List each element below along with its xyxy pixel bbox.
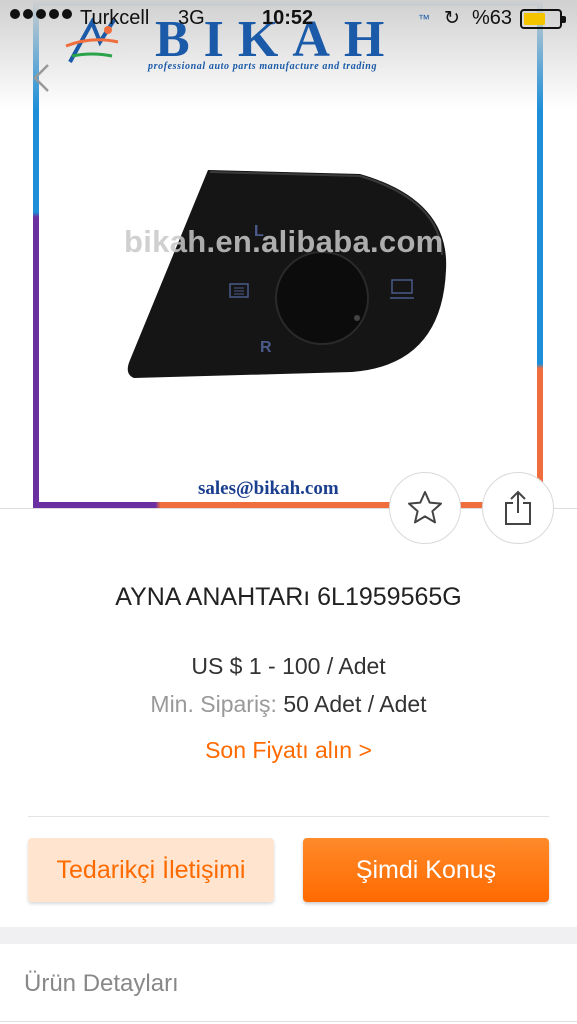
product-price: US $ 1 - 100 / Adet — [191, 653, 386, 679]
chat-now-button[interactable]: Şimdi Konuş — [303, 838, 549, 902]
min-order-value: 50 Adet / Adet — [283, 691, 427, 717]
mirror-switch-photo: L R — [127, 170, 447, 378]
watermark: bikah.en.alibaba.com — [124, 224, 444, 259]
switch-label-right: R — [260, 339, 272, 356]
network-type: 3G — [178, 7, 205, 29]
divider — [0, 1021, 577, 1022]
chevron-left-icon[interactable] — [30, 62, 54, 94]
star-icon — [408, 491, 442, 524]
get-latest-price-link[interactable]: Son Fiyatı alın > — [0, 737, 577, 764]
min-order-label: Min. Sipariş: — [150, 691, 277, 717]
product-details-label: Ürün Detayları — [24, 970, 179, 997]
status-time: 10:52 — [262, 7, 314, 29]
brand-tagline: professional auto parts manufacture and … — [148, 61, 378, 72]
battery-icon — [520, 9, 566, 29]
divider — [28, 816, 549, 817]
product-title: AYNA ANAHTARı 6L1959565G — [115, 583, 462, 611]
contact-email: sales@bikah.com — [198, 478, 339, 499]
signal-strength-icon — [10, 9, 72, 19]
battery-percent: %63 — [472, 7, 513, 29]
contact-supplier-button[interactable]: Tedarikçi İletişimi — [28, 838, 274, 902]
share-button[interactable] — [482, 472, 554, 544]
carrier-name: Turkcell — [80, 7, 150, 29]
share-icon — [505, 490, 531, 525]
section-separator — [0, 927, 577, 944]
status-bar: Turkcell 3G 10:52 ↻ %63 — [0, 0, 577, 38]
rotation-lock-icon: ↻ — [444, 8, 460, 29]
min-order: Min. Sipariş: 50 Adet / Adet — [0, 691, 577, 718]
favorite-button[interactable] — [389, 472, 461, 544]
product-details-row[interactable]: Ürün Detayları — [0, 944, 577, 1024]
product-image[interactable]: BIKAH ™ professional auto parts manufact… — [0, 0, 577, 508]
